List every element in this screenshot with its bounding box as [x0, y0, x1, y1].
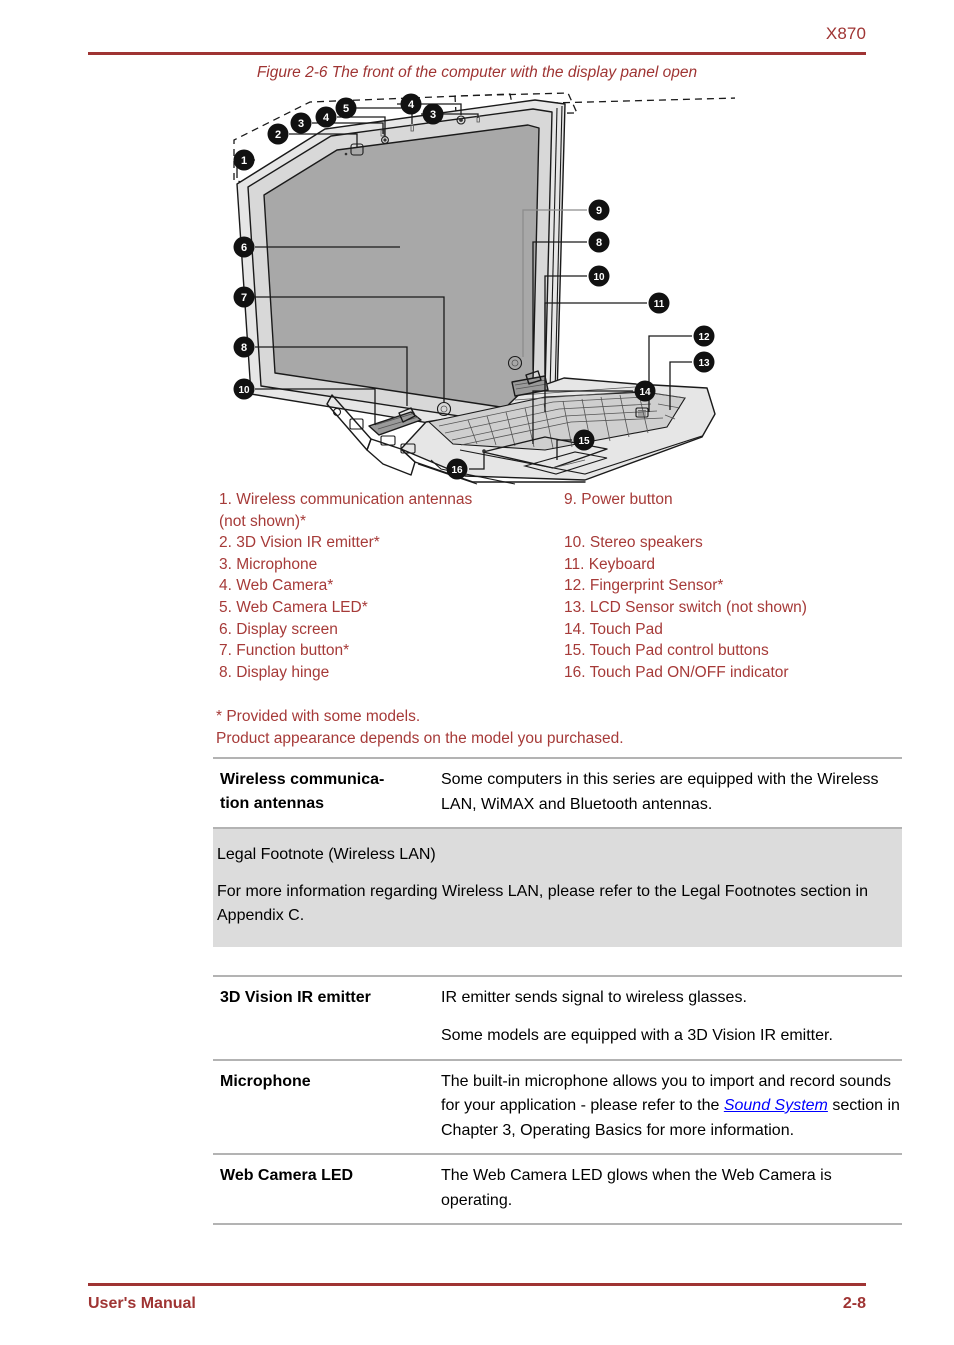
callout-8b: 8: [588, 231, 610, 253]
svg-text:3: 3: [430, 109, 436, 121]
legend-item-15: 15. Touch Pad control buttons: [564, 642, 769, 660]
callout-16: 16: [446, 458, 468, 480]
legend-item-5: 5. Web Camera LED*: [219, 598, 368, 616]
svg-text:14: 14: [639, 387, 651, 398]
callout-6: 6: [233, 236, 255, 258]
page-number: 2-8: [842, 1295, 866, 1312]
definition-term: Wireless communica- tion antennas: [220, 771, 385, 812]
legend-item-2: 2. 3D Vision IR emitter*: [219, 534, 380, 552]
callout-11: 11: [648, 292, 670, 314]
callout-3a: 3: [290, 112, 312, 134]
model-name: X870: [825, 24, 866, 43]
legend-item-9: 9. Power button: [564, 491, 673, 508]
table-row: Web Camera LED The Web Camera LED glows …: [213, 1155, 902, 1223]
svg-text:4: 4: [323, 112, 330, 124]
callout-13: 13: [693, 351, 715, 373]
definition-term: Microphone: [220, 1072, 311, 1090]
callout-12: 12: [693, 325, 715, 347]
callout-14: 14: [634, 380, 656, 402]
definition-term: 3D Vision IR emitter: [220, 988, 371, 1006]
page-footer: User's Manual 2-8: [88, 1283, 866, 1323]
table-row: Microphone The built-in microphone allow…: [213, 1061, 902, 1154]
table-rule: [213, 1223, 902, 1225]
callout-4b: 4: [400, 93, 422, 115]
figure-notes: * Provided with some models. Product app…: [216, 706, 906, 750]
svg-text:7: 7: [241, 292, 247, 304]
definition-description: IR emitter sends signal to wireless glas…: [441, 986, 902, 1049]
legend-item-3: 3. Microphone: [219, 555, 318, 573]
note-product-appearance: Product appearance depends on the model …: [216, 730, 624, 747]
callout-7: 7: [233, 286, 255, 308]
legend-item-14: 14. Touch Pad: [564, 620, 663, 638]
legal-footnote-box: Legal Footnote (Wireless LAN) For more i…: [213, 829, 902, 947]
legend-item-11: 11. Keyboard: [564, 555, 656, 573]
svg-text:8: 8: [596, 237, 602, 249]
legend-item-7: 7. Function button*: [219, 642, 350, 660]
definition-description: The built-in microphone allows you to im…: [441, 1070, 902, 1144]
svg-text:16: 16: [451, 465, 463, 476]
callout-8a: 8: [233, 336, 255, 358]
callout-10a: 10: [233, 378, 255, 400]
note-provided-some-models: * Provided with some models.: [216, 708, 421, 725]
svg-text:12: 12: [698, 332, 710, 343]
legend-item-4: 4. Web Camera*: [219, 577, 334, 595]
definition-term: Web Camera LED: [220, 1167, 354, 1184]
footer-divider: [88, 1283, 866, 1286]
legal-footnote-body: For more information regarding Wireless …: [217, 882, 868, 925]
svg-text:4: 4: [408, 99, 415, 111]
definition-paragraph: Some models are equipped with a 3D Visio…: [441, 1027, 833, 1044]
laptop-illustration: .ln { stroke:#1a1a1a; stroke-width:1.4; …: [215, 92, 735, 487]
callout-3b: 3: [422, 103, 444, 125]
table-row: 3D Vision IR emitter IR emitter sends si…: [213, 977, 902, 1059]
svg-text:13: 13: [698, 358, 710, 369]
sound-system-link[interactable]: Sound System: [724, 1097, 828, 1114]
svg-text:1: 1: [241, 155, 247, 167]
callout-10b: 10: [588, 265, 610, 287]
svg-text:10: 10: [593, 272, 605, 283]
definition-paragraph: IR emitter sends signal to wireless glas…: [441, 988, 747, 1006]
legend-item-8: 8. Display hinge: [219, 663, 330, 681]
figure-legend: 1. Wireless communication antennas (not …: [219, 489, 909, 683]
legend-item-13: 13. LCD Sensor switch (not shown): [564, 598, 807, 616]
figure-caption: Figure 2-6 The front of the computer wit…: [256, 64, 698, 81]
page-header: X870: [88, 24, 866, 56]
legend-spacer: [564, 511, 909, 533]
callout-2: 2: [267, 123, 289, 145]
svg-text:8: 8: [241, 342, 247, 354]
svg-text:9: 9: [596, 205, 602, 217]
svg-text:15: 15: [578, 436, 590, 447]
document-page: X870 Figure 2-6 The front of the compute…: [0, 0, 954, 1345]
svg-text:5: 5: [343, 103, 349, 115]
definition-paragraph: The built-in microphone allows you to im…: [441, 1070, 902, 1144]
svg-text:6: 6: [241, 242, 247, 254]
svg-text:10: 10: [238, 385, 250, 396]
legend-column-right: 9. Power button 10. Stereo speakers 11. …: [564, 489, 909, 683]
callout-4a: 4: [315, 106, 337, 128]
callout-1: 1: [233, 149, 255, 171]
footer-manual-label: User's Manual: [88, 1295, 196, 1312]
definition-paragraph: Some computers in this series are equipp…: [441, 771, 879, 813]
legend-item-6: 6. Display screen: [219, 620, 338, 638]
legend-item-12: 12. Fingerprint Sensor*: [564, 577, 724, 595]
header-divider: [88, 52, 866, 55]
legend-column-left: 1. Wireless communication antennas (not …: [219, 489, 564, 683]
legend-item-1: 1. Wireless communication antennas (not …: [219, 491, 473, 530]
definition-description: Some computers in this series are equipp…: [441, 768, 902, 817]
svg-text:2: 2: [275, 129, 281, 141]
definition-description: The Web Camera LED glows when the Web Ca…: [441, 1164, 902, 1213]
legal-footnote-title: Legal Footnote (Wireless LAN): [217, 846, 436, 863]
definition-paragraph: The Web Camera LED glows when the Web Ca…: [441, 1167, 832, 1209]
legend-item-10: 10. Stereo speakers: [564, 534, 703, 552]
table-row: Wireless communica- tion antennas Some c…: [213, 759, 902, 827]
callout-5: 5: [335, 97, 357, 119]
callout-15: 15: [573, 429, 595, 451]
callout-9: 9: [588, 199, 610, 221]
legend-item-16: 16. Touch Pad ON/OFF indicator: [564, 663, 789, 681]
svg-text:11: 11: [654, 299, 665, 310]
svg-text:3: 3: [298, 118, 304, 130]
definition-table: Wireless communica- tion antennas Some c…: [213, 757, 902, 1225]
